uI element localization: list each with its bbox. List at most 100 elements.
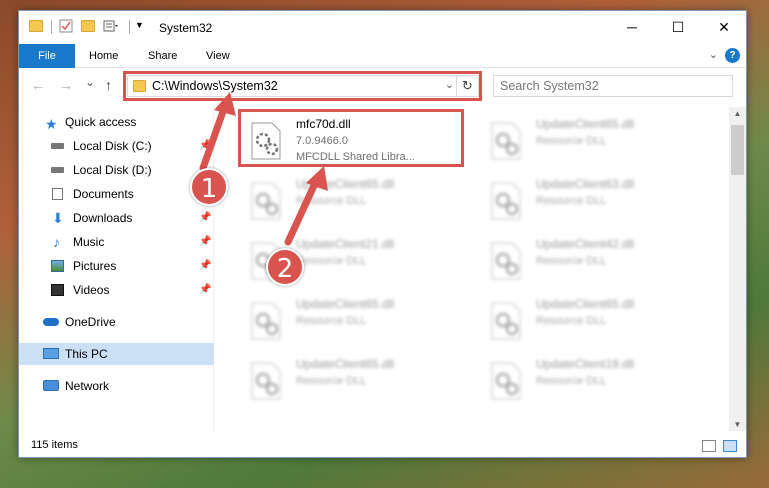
- dll-gear-icon: [251, 182, 281, 220]
- sidebar-item-this-pc[interactable]: This PC: [19, 343, 214, 365]
- drive-icon: [51, 143, 64, 149]
- file-item[interactable]: UpdateClient42.dll Resource DLL: [478, 231, 708, 287]
- sidebar-item-label: Music: [73, 235, 105, 249]
- minimize-button[interactable]: ─: [609, 11, 655, 43]
- sidebar-item-label: Local Disk (C:): [73, 139, 152, 153]
- dll-gear-icon: [491, 182, 521, 220]
- download-icon: ⬇: [52, 210, 64, 226]
- expand-ribbon-icon[interactable]: ⌄: [709, 48, 718, 61]
- file-type: Resource DLL: [536, 315, 607, 327]
- explorer-window: ▼ System32 ─ ☐ ✕ File Home Share View ⌄ …: [18, 10, 747, 458]
- dll-gear-icon: [491, 122, 521, 160]
- details-view-icon[interactable]: [702, 440, 716, 452]
- sidebar-item-downloads[interactable]: ⬇ Downloads 📌: [19, 207, 214, 229]
- file-name: UpdateClient65.dll: [536, 297, 635, 311]
- new-folder-icon[interactable]: [81, 20, 95, 32]
- sidebar-item-local-disk-d[interactable]: Local Disk (D:): [19, 159, 214, 181]
- file-name: UpdateClient65.dll: [296, 297, 395, 311]
- file-item[interactable]: UpdateClient65.dll Resource DLL: [238, 351, 468, 407]
- file-type: Resource DLL: [296, 255, 367, 267]
- tab-view[interactable]: View: [206, 44, 230, 68]
- dll-gear-icon: [251, 362, 281, 400]
- sidebar-item-label: Network: [65, 379, 110, 393]
- tab-home[interactable]: Home: [89, 44, 118, 68]
- divider: [129, 20, 130, 34]
- search-placeholder: Search System32: [500, 79, 599, 93]
- customize-icon[interactable]: [103, 19, 119, 33]
- network-icon: [43, 380, 59, 391]
- up-button[interactable]: ↑: [105, 77, 112, 93]
- sidebar-item-quick-access[interactable]: ★ Quick access: [19, 111, 214, 133]
- file-item[interactable]: UpdateClient63.dll Resource DLL: [478, 171, 708, 227]
- back-button[interactable]: ←: [31, 77, 45, 93]
- scroll-up-icon[interactable]: ▲: [729, 109, 746, 118]
- file-item[interactable]: UpdateClient65.dll Resource DLL: [238, 171, 468, 227]
- address-highlight-box: [123, 71, 482, 101]
- videos-icon: [51, 284, 64, 296]
- sidebar-item-label: Downloads: [73, 211, 133, 225]
- close-button[interactable]: ✕: [701, 11, 747, 43]
- recent-locations-button[interactable]: ⌄: [85, 75, 95, 89]
- file-type: Resource DLL: [536, 135, 607, 147]
- cloud-icon: [43, 318, 59, 326]
- pin-icon[interactable]: 📌: [199, 135, 211, 157]
- qat-dropdown-icon[interactable]: ▼: [135, 20, 144, 30]
- scroll-down-icon[interactable]: ▼: [729, 420, 746, 429]
- sidebar-item-label: Videos: [73, 283, 110, 297]
- sidebar-item-label: Local Disk (D:): [73, 163, 152, 177]
- file-type: Resource DLL: [536, 255, 607, 267]
- file-item[interactable]: UpdateClient19.dll Resource DLL: [478, 351, 708, 407]
- navigation-pane: ★ Quick access Local Disk (C:) 📌 Local D…: [19, 107, 214, 431]
- status-bar: 115 items: [19, 435, 746, 457]
- tab-file[interactable]: File: [19, 44, 75, 68]
- sidebar-item-label: OneDrive: [65, 315, 116, 329]
- properties-icon[interactable]: [59, 19, 73, 33]
- sidebar-item-pictures[interactable]: Pictures 📌: [19, 255, 214, 277]
- step-1-callout: 1: [190, 168, 228, 206]
- file-name: UpdateClient65.dll: [536, 117, 635, 131]
- file-type: Resource DLL: [296, 315, 367, 327]
- maximize-button[interactable]: ☐: [655, 11, 701, 43]
- sidebar-item-label: Quick access: [65, 115, 137, 129]
- file-item[interactable]: UpdateClient65.dll Resource DLL: [238, 291, 468, 347]
- sidebar-item-music[interactable]: ♪ Music 📌: [19, 231, 214, 253]
- file-name: UpdateClient65.dll: [296, 357, 395, 371]
- sidebar-item-network[interactable]: Network: [19, 375, 214, 397]
- dll-gear-icon: [491, 302, 521, 340]
- vertical-scrollbar[interactable]: ▲ ▼: [729, 107, 746, 431]
- ribbon: File Home Share View ⌄ ?: [19, 44, 746, 68]
- file-item[interactable]: UpdateClient65.dll Resource DLL: [478, 111, 708, 167]
- file-type: Resource DLL: [296, 195, 367, 207]
- sidebar-item-videos[interactable]: Videos 📌: [19, 279, 214, 301]
- folder-icon: [29, 20, 43, 32]
- file-type: Resource DLL: [536, 195, 607, 207]
- forward-button[interactable]: →: [59, 77, 73, 93]
- dll-gear-icon: [491, 362, 521, 400]
- music-icon: ♪: [53, 234, 60, 250]
- window-title: System32: [159, 21, 213, 35]
- tab-share[interactable]: Share: [148, 44, 177, 68]
- file-name: UpdateClient19.dll: [536, 357, 635, 371]
- file-name: UpdateClient65.dll: [296, 177, 395, 191]
- sidebar-item-onedrive[interactable]: OneDrive: [19, 311, 214, 333]
- pin-icon[interactable]: 📌: [199, 207, 211, 229]
- item-count: 115 items: [31, 439, 78, 451]
- search-input[interactable]: Search System32: [493, 75, 733, 97]
- dll-gear-icon: [491, 242, 521, 280]
- help-icon[interactable]: ?: [725, 48, 740, 63]
- sidebar-item-local-disk-c[interactable]: Local Disk (C:) 📌: [19, 135, 214, 157]
- sidebar-item-documents[interactable]: Documents 📌: [19, 183, 214, 205]
- pin-icon[interactable]: 📌: [199, 255, 211, 277]
- file-name: UpdateClient63.dll: [536, 177, 635, 191]
- step-2-callout: 2: [266, 248, 304, 286]
- title-bar: ▼ System32 ─ ☐ ✕: [19, 11, 746, 44]
- pin-icon[interactable]: 📌: [199, 231, 211, 253]
- tiles-view-icon[interactable]: [723, 440, 737, 452]
- pin-icon[interactable]: 📌: [199, 279, 211, 301]
- file-item[interactable]: UpdateClient65.dll Resource DLL: [478, 291, 708, 347]
- sidebar-item-label: Pictures: [73, 259, 117, 273]
- sidebar-item-label: Documents: [73, 187, 134, 201]
- scroll-thumb[interactable]: [731, 125, 744, 175]
- pictures-icon: [51, 260, 64, 272]
- documents-icon: [52, 188, 63, 200]
